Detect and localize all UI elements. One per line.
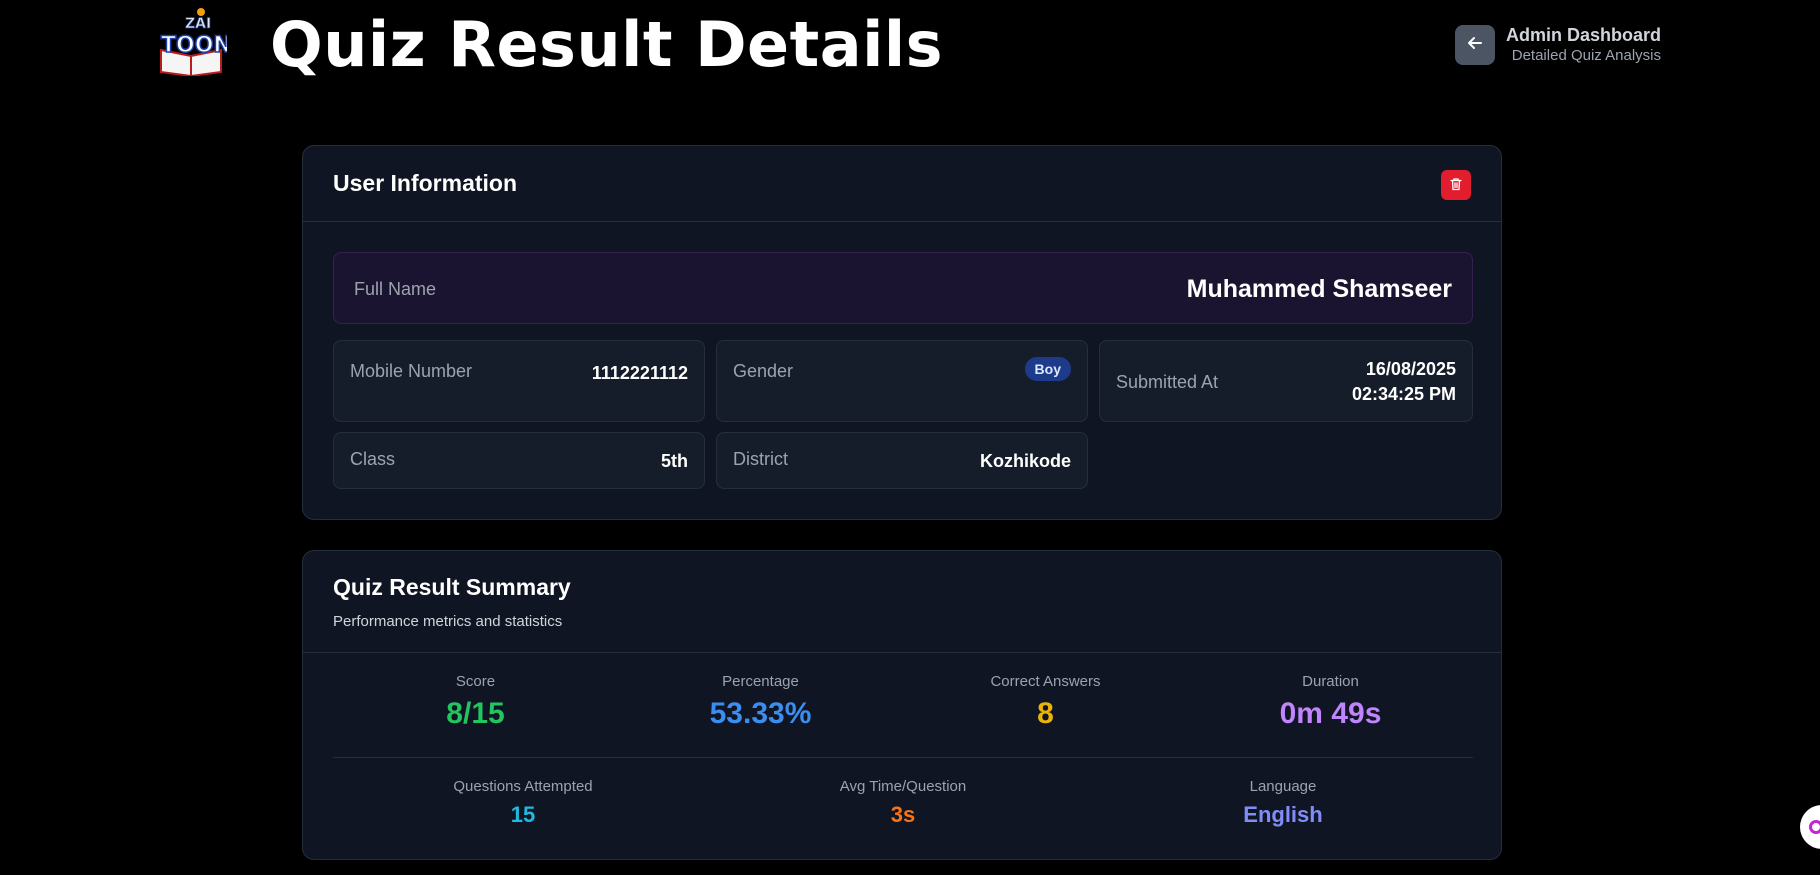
admin-info: Admin Dashboard Detailed Quiz Analysis [1506, 24, 1661, 66]
delete-button[interactable] [1441, 170, 1471, 200]
user-information-card: User Information Full Name Muhammed Sham… [302, 145, 1502, 520]
admin-subtitle: Detailed Quiz Analysis [1511, 47, 1661, 64]
stat-label: Avg Time/Question [839, 778, 967, 795]
chat-widget-button[interactable] [1800, 805, 1820, 849]
stat-value: 8/15 [446, 697, 505, 730]
gender-field: Gender Boy [716, 340, 1088, 422]
user-information-header: User Information [303, 146, 1501, 222]
quiz-summary-title: Quiz Result Summary [333, 574, 571, 600]
gender-badge: Boy [1024, 357, 1071, 381]
district-field: District Kozhikode [716, 432, 1088, 489]
submitted-at-field: Submitted At 16/08/2025 02:34:25 PM [1099, 340, 1473, 422]
submitted-at-label: Submitted At [1116, 372, 1219, 392]
full-name-row: Full Name Muhammed Shamseer [333, 252, 1473, 324]
arrow-left-icon [1466, 34, 1484, 56]
stat-questions-attempted: Questions Attempted 15 [333, 777, 713, 829]
chat-icon [1809, 820, 1820, 834]
full-name-label: Full Name [354, 279, 437, 299]
class-field: Class 5th [333, 432, 705, 489]
stat-label: Language [1249, 778, 1317, 795]
district-value: Kozhikode [979, 451, 1071, 471]
stat-correct-answers: Correct Answers 8 [903, 672, 1188, 732]
stat-language: Language English [1093, 777, 1473, 829]
stat-value: 0m 49s [1279, 697, 1382, 730]
gender-label: Gender [733, 361, 794, 381]
quiz-summary-card: Quiz Result Summary Performance metrics … [302, 550, 1502, 860]
page-header: ZAI TOON Quiz Result Details Admin Dashb… [0, 0, 1820, 100]
class-label: Class [350, 449, 396, 469]
stat-label: Duration [1302, 673, 1359, 690]
quiz-summary-subtitle: Performance metrics and statistics [333, 613, 563, 630]
trash-icon [1449, 176, 1463, 195]
back-button[interactable] [1455, 25, 1495, 65]
submitted-time: 02:34:25 PM [1351, 384, 1456, 404]
stat-value: 3s [890, 802, 916, 827]
stats-divider [333, 757, 1473, 758]
submitted-date: 16/08/2025 [1365, 359, 1456, 379]
stat-score: Score 8/15 [333, 672, 618, 732]
svg-text:ZAI: ZAI [185, 16, 211, 32]
class-value: 5th [661, 451, 688, 471]
stat-label: Questions Attempted [453, 778, 593, 795]
stat-value: 53.33% [709, 697, 812, 730]
mobile-number-label: Mobile Number [350, 361, 473, 381]
submitted-at-value: 16/08/2025 02:34:25 PM [1352, 357, 1456, 407]
stat-percentage: Percentage 53.33% [618, 672, 903, 732]
quiz-summary-header: Quiz Result Summary Performance metrics … [303, 551, 1501, 653]
zaitoon-logo: ZAI TOON [155, 6, 233, 78]
mobile-number-value: 1112221112 [591, 363, 688, 383]
stat-label: Percentage [722, 673, 799, 690]
stat-label: Score [455, 673, 496, 690]
full-name-value: Muhammed Shamseer [1186, 275, 1452, 303]
page-title: Quiz Result Details [270, 8, 943, 81]
stat-value: English [1243, 802, 1323, 827]
stat-label: Correct Answers [990, 673, 1101, 690]
mobile-number-field: Mobile Number 1112221112 [333, 340, 705, 422]
stat-value: 8 [1037, 697, 1054, 730]
user-information-title: User Information [333, 170, 518, 196]
stat-duration: Duration 0m 49s [1188, 672, 1473, 732]
stat-value: 15 [510, 802, 536, 827]
stat-avg-time: Avg Time/Question 3s [713, 777, 1093, 829]
svg-text:TOON: TOON [161, 33, 227, 58]
district-label: District [733, 449, 788, 469]
admin-title: Admin Dashboard [1505, 25, 1661, 45]
